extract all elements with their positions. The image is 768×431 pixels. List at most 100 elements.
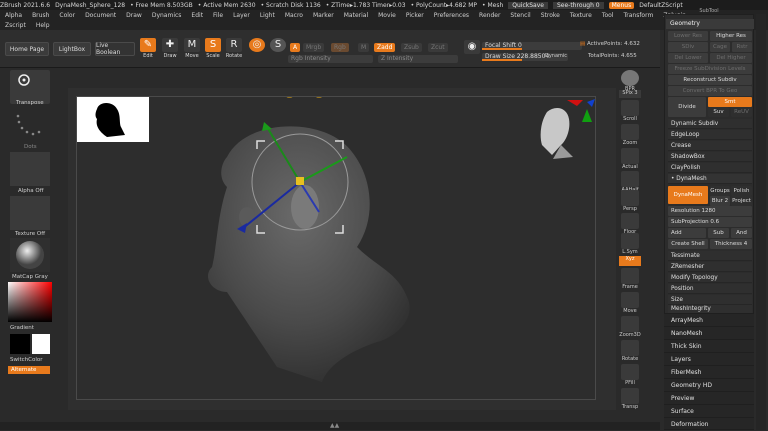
add-button[interactable]: Add (668, 228, 706, 238)
transpose-button[interactable] (10, 70, 50, 104)
reconstruct-subdiv-button[interactable]: Reconstruct Subdiv (668, 75, 752, 85)
suv-toggle[interactable]: Suv (708, 107, 729, 117)
thickskin-item[interactable]: Thick Skin (664, 340, 754, 353)
gizmo-center[interactable] (296, 177, 304, 185)
focal-icon-button[interactable]: ◉ (462, 40, 482, 64)
menu-texture[interactable]: Texture (570, 12, 592, 19)
menu-macro[interactable]: Macro (285, 12, 303, 19)
meshintegrity-section[interactable]: MeshIntegrity (668, 305, 752, 313)
tray-scrollbar[interactable] (756, 14, 766, 430)
modify-topology-section[interactable]: Modify Topology (668, 273, 752, 283)
menu-layer[interactable]: Layer (233, 12, 250, 19)
lower-res-button[interactable]: Lower Res (668, 31, 708, 41)
rgb-intensity-slider[interactable]: Rgb Intensity (288, 55, 373, 63)
shadowbox-section[interactable]: ShadowBox (668, 152, 752, 162)
menu-stroke[interactable]: Stroke (541, 12, 560, 19)
dynamesh-button[interactable]: DynaMesh (668, 186, 708, 204)
zsub-toggle[interactable]: Zsub (401, 43, 422, 52)
document-canvas[interactable]: ⚙✥⚲🔒⊕↺🔒 (76, 96, 596, 400)
polish-toggle[interactable]: Polish (731, 186, 752, 196)
menu-help[interactable]: Help (36, 22, 50, 29)
menu-file[interactable]: File (213, 12, 223, 19)
scale-button[interactable]: S Scale (203, 38, 223, 62)
zremesher-section[interactable]: ZRemesher (668, 262, 752, 272)
rotate-button[interactable]: R Rotate (224, 38, 244, 62)
nanomesh-item[interactable]: NanoMesh (664, 327, 754, 340)
menu-brush[interactable]: Brush (32, 12, 49, 19)
head-mesh[interactable] (207, 126, 410, 383)
del-lower-button[interactable]: Del Lower (668, 53, 708, 63)
menu-light[interactable]: Light (260, 12, 275, 19)
project-toggle[interactable]: Project (731, 196, 752, 206)
m-toggle[interactable]: M (358, 43, 370, 52)
move-button[interactable]: M Move (182, 38, 202, 62)
position-section[interactable]: Position (668, 284, 752, 294)
menu-preferences[interactable]: Preferences (434, 12, 469, 19)
menu-draw[interactable]: Draw (126, 12, 142, 19)
surface-item[interactable]: Surface (664, 405, 754, 418)
and-button[interactable]: And (731, 228, 752, 238)
blur-slider[interactable]: Blur 2 (710, 196, 730, 206)
dynamesh-section[interactable]: • DynaMesh (668, 174, 752, 184)
edgeloop-section[interactable]: EdgeLoop (668, 130, 752, 140)
create-shell-button[interactable]: Create Shell (668, 239, 708, 249)
thickness-slider[interactable]: Thickness 4 (710, 239, 752, 249)
draw-button[interactable]: ✚ Draw (160, 38, 180, 62)
groups-toggle[interactable]: Groups (710, 186, 730, 196)
claypolish-section[interactable]: ClayPolish (668, 163, 752, 173)
sculpt-model[interactable] (77, 97, 596, 400)
secondary-color-swatch[interactable] (32, 334, 50, 354)
menu-movie[interactable]: Movie (378, 12, 396, 19)
material-button[interactable]: S (268, 38, 288, 62)
subprojection-slider[interactable]: SubProjection 0.6 (668, 217, 752, 227)
sculptris-button[interactable]: ◎ (246, 38, 268, 62)
cage-button[interactable]: Cage (710, 42, 730, 52)
zcut-toggle[interactable]: Zcut (428, 43, 448, 52)
menu-alpha[interactable]: Alpha (5, 12, 22, 19)
seethrough-slider[interactable]: See-through 0 (552, 1, 604, 9)
mrgb-toggle[interactable]: Mrgb (303, 43, 325, 52)
menu-zscript[interactable]: Zscript (5, 22, 26, 29)
layers-item[interactable]: Layers (664, 353, 754, 366)
edit-button[interactable]: ✎ Edit (138, 38, 158, 62)
tessimate-section[interactable]: Tessimate (668, 251, 752, 261)
freeze-subdiv-button[interactable]: Freeze SubDivision Levels (668, 64, 752, 74)
z-intensity-slider[interactable]: Z Intensity (378, 55, 458, 63)
dynamic-subdiv-section[interactable]: Dynamic Subdiv (668, 119, 752, 129)
menu-color[interactable]: Color (59, 12, 75, 19)
menu-picker[interactable]: Picker (406, 12, 424, 19)
home-page-button[interactable]: Home Page (5, 42, 49, 56)
del-higher-button[interactable]: Del Higher (710, 53, 752, 63)
convert-bpr-button[interactable]: Convert BPR To Geo (668, 86, 752, 96)
fibermesh-item[interactable]: FiberMesh (664, 366, 754, 379)
menu-edit[interactable]: Edit (191, 12, 203, 19)
menu-document[interactable]: Document (85, 12, 116, 19)
menu-tool[interactable]: Tool (602, 12, 614, 19)
higher-res-button[interactable]: Higher Res (710, 31, 752, 41)
lightbox-button[interactable]: LightBox (53, 42, 91, 56)
deformation-item[interactable]: Deformation (664, 418, 754, 430)
rgb-toggle[interactable]: Rgb (331, 43, 349, 52)
sdiv-slider[interactable]: SDiv (668, 42, 708, 52)
quicksave-button[interactable]: QuickSave (508, 1, 548, 9)
reuv-toggle[interactable]: ReUV (731, 107, 752, 117)
bottom-shelf[interactable]: ▲▲ (0, 422, 660, 430)
alpha-button[interactable] (10, 152, 50, 186)
focal-shift-slider[interactable]: Focal Shift 0 (482, 42, 582, 50)
xyz-button[interactable]: Xyz (619, 256, 641, 266)
size-section[interactable]: Size (668, 295, 752, 305)
geometry-header[interactable]: Geometry (666, 19, 754, 29)
rstr-button[interactable]: Rstr (732, 42, 752, 52)
transp-button[interactable]: Transp (619, 388, 641, 416)
bottom-expand-icon[interactable]: ▲▲ (330, 423, 344, 429)
zadd-toggle[interactable]: Zadd (374, 43, 396, 52)
color-picker[interactable] (8, 282, 52, 322)
a-toggle[interactable]: A (290, 43, 301, 52)
matcap-button[interactable] (10, 238, 50, 272)
spix-slider[interactable]: SPix 3 (619, 90, 641, 98)
menu-transform[interactable]: Transform (623, 12, 653, 19)
menu-dynamics[interactable]: Dynamics (152, 12, 182, 19)
menu-render[interactable]: Render (479, 12, 500, 19)
live-boolean-button[interactable]: Live Boolean (95, 42, 135, 56)
menu-material[interactable]: Material (344, 12, 368, 19)
